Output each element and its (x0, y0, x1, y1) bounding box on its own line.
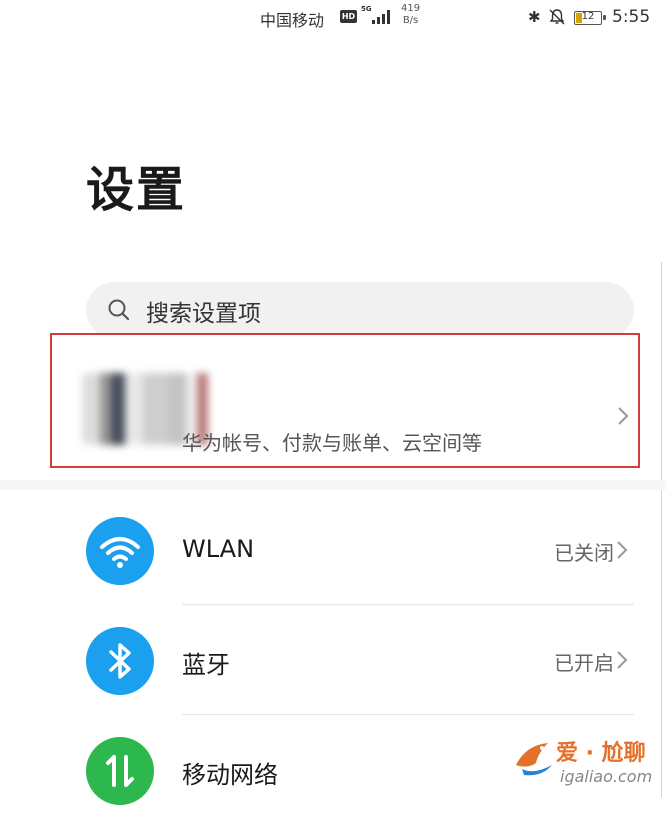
chevron-right-icon (617, 541, 628, 559)
clock: 5:55 (612, 7, 651, 27)
row-status: 已开启 (554, 651, 614, 675)
search-icon (108, 299, 130, 321)
chevron-right-icon (618, 407, 629, 425)
watermark-title: 爱 · 尬聊 (556, 741, 646, 766)
settings-row-bluetooth[interactable]: 蓝牙 已开启 (0, 605, 660, 715)
bluetooth-icon: ✱ (528, 8, 541, 26)
row-label: 移动网络 (182, 761, 278, 789)
watermark-url: igaliao.com (560, 767, 653, 786)
network-speed: 419 B/s (401, 3, 420, 27)
account-card[interactable]: 华为帐号、付款与账单、云空间等 (50, 333, 640, 468)
row-label: 蓝牙 (182, 651, 230, 679)
watermark: 爱 · 尬聊 igaliao.com (508, 733, 666, 798)
bell-off-icon (549, 9, 565, 25)
account-subtitle: 华为帐号、付款与账单、云空间等 (182, 431, 482, 455)
speed-value: 419 (401, 3, 421, 14)
search-input[interactable]: 搜索设置项 (86, 282, 634, 338)
bird-logo-icon (516, 743, 552, 776)
signal-icon (372, 10, 390, 24)
section-divider (0, 480, 666, 490)
status-bar: 中国移动 HD 5G 419 B/s ✱ 12 5:55 (0, 0, 666, 36)
carrier-name: 中国移动 (260, 11, 325, 30)
page-title: 设置 (86, 162, 187, 218)
row-status: 已关闭 (554, 541, 614, 565)
chevron-right-icon (617, 651, 628, 669)
battery-level: 12 (581, 11, 595, 22)
settings-row-wlan[interactable]: WLAN 已关闭 (0, 495, 660, 605)
wifi-icon (86, 517, 154, 585)
bluetooth-icon (86, 627, 154, 695)
network-type: 5G (361, 5, 372, 13)
speed-unit: B/s (402, 15, 419, 26)
row-label: WLAN (182, 535, 255, 563)
search-placeholder: 搜索设置项 (146, 301, 261, 327)
hd-badge: HD (340, 10, 357, 23)
scroll-edge (661, 262, 662, 798)
battery-icon: 12 (574, 11, 606, 25)
mobile-data-icon (86, 737, 154, 805)
